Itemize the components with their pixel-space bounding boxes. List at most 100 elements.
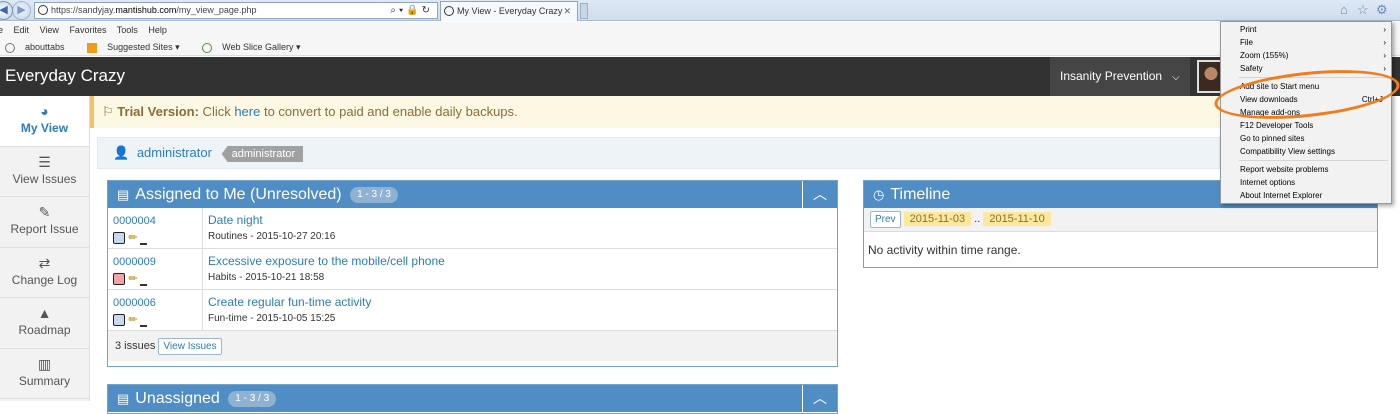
forward-button[interactable]: ▶: [12, 1, 31, 20]
unassigned-header: ▤ Unassigned 1 - 3 / 3 ︿: [108, 385, 837, 412]
timeline-end-date: 2015-11-10: [983, 212, 1051, 226]
issue-summary-link[interactable]: Excessive exposure to the mobile/cell ph…: [208, 254, 445, 268]
trial-pre: Click: [198, 104, 235, 119]
range-separator: ..: [974, 213, 981, 225]
url-host: mantishub.com: [115, 5, 177, 15]
menu-item-about-ie[interactable]: About Internet Explorer: [1221, 189, 1391, 202]
timeline-title[interactable]: Timeline: [890, 186, 950, 203]
issue-summary-link[interactable]: Create regular fun-time activity: [208, 295, 371, 309]
table-row: 0000004 ✏ Date night Routines - 2015-10-…: [108, 208, 837, 249]
issue-meta: Habits - 2015-10-21 18:58: [208, 272, 325, 283]
count-badge: 1 - 3 / 3: [228, 391, 277, 407]
clock-icon: ◷: [873, 187, 885, 202]
issue-count: 3 issues: [115, 340, 156, 352]
timeline-empty-message: No activity within time range.: [868, 243, 1021, 257]
chevron-up-icon[interactable]: ︿: [802, 181, 837, 208]
home-icon[interactable]: ⌂: [1340, 2, 1348, 17]
menu-item-pinned-sites[interactable]: Go to pinned sites: [1221, 132, 1391, 145]
sidebar-item-label: Change Log: [11, 272, 78, 287]
tab-title: My View - Everyday Crazy: [457, 6, 563, 16]
sidebar-item-my-view[interactable]: ◕ My View: [0, 96, 89, 147]
address-bar[interactable]: https://sandyjay.mantishub.com/my_view_p…: [34, 2, 438, 19]
fav-abouttabs[interactable]: abouttabs: [5, 42, 75, 53]
browser-tab[interactable]: My View - Everyday Crazy ✕: [440, 1, 578, 21]
unassigned-title[interactable]: Unassigned: [135, 390, 220, 407]
menu-item-f12-tools[interactable]: F12 Developer Tools: [1221, 119, 1391, 132]
app-title[interactable]: Everyday Crazy: [5, 66, 125, 86]
chevron-right-icon: ›: [1383, 64, 1386, 73]
menu-item-print[interactable]: Print ›: [1221, 23, 1391, 36]
new-tab-button[interactable]: [580, 3, 588, 19]
prev-button[interactable]: Prev: [870, 211, 901, 228]
favorites-bar: abouttabs Suggested Sites ▾ Web Slice Ga…: [0, 38, 1400, 56]
priority-icon: [139, 243, 147, 245]
menu-edit[interactable]: Edit: [14, 25, 30, 35]
count-badge: 1 - 3 / 3: [350, 187, 398, 203]
breadcrumb-user-link[interactable]: administrator: [137, 145, 212, 160]
trial-notice: ⚐ Trial Version: Click here to convert t…: [90, 96, 1220, 128]
issue-id-link[interactable]: 0000004: [113, 215, 156, 227]
app-navbar: Everyday Crazy Insanity Prevention ⌵: [0, 57, 1400, 96]
sidebar-item-report-issue[interactable]: ✎ Report Issue: [0, 197, 89, 248]
trial-label: Trial Version:: [117, 104, 199, 119]
assigned-title[interactable]: Assigned to Me (Unresolved): [135, 186, 341, 203]
menu-item-zoom[interactable]: Zoom (155%) ›: [1221, 49, 1391, 62]
sidebar-item-label: Report Issue: [10, 222, 79, 236]
trial-post: to convert to paid and enable daily back…: [260, 104, 518, 119]
url-path: /my_view_page.php: [176, 5, 257, 15]
menu-item-compat-view[interactable]: Compatibility View settings: [1221, 145, 1391, 158]
gear-icon[interactable]: ⚙: [1376, 2, 1388, 18]
issue-id-link[interactable]: 0000009: [113, 256, 156, 268]
sidebar-item-summary[interactable]: ▥ Summary: [0, 349, 89, 399]
menu-item-internet-options[interactable]: Internet options: [1221, 176, 1391, 189]
issue-meta: Routines - 2015-10-27 20:16: [208, 231, 336, 242]
menu-help[interactable]: Help: [148, 25, 167, 35]
fav-web-slice-gallery[interactable]: Web Slice Gallery ▾: [202, 42, 310, 53]
sidebar-item-view-issues[interactable]: ☰ View Issues: [0, 147, 89, 197]
project-selector[interactable]: Insanity Prevention ⌵: [1050, 57, 1190, 96]
bar-chart-icon: ▥: [37, 355, 52, 372]
sidebar-item-change-log[interactable]: ⇄ Change Log: [0, 248, 89, 298]
assigned-widget: ▤ Assigned to Me (Unresolved) 1 - 3 / 3 ︿…: [107, 180, 838, 367]
trial-link[interactable]: here: [234, 104, 260, 119]
menu-tools[interactable]: Tools: [117, 25, 138, 35]
tab-close-icon[interactable]: ✕: [563, 2, 571, 20]
issue-summary-link[interactable]: Date night: [208, 213, 263, 227]
breadcrumb: 👤 administrator administrator: [97, 137, 1220, 169]
menu-item-report-problems[interactable]: Report website problems: [1221, 163, 1391, 176]
url-prefix: https://sandyjay.: [51, 5, 116, 15]
sidebar-item-label: My View: [20, 121, 69, 135]
list-icon: ▤: [117, 391, 130, 406]
site-icon: [38, 5, 48, 15]
edit-icon: ✎: [38, 204, 51, 220]
sidebar-item-label: Summary: [18, 373, 71, 388]
list-icon: ▤: [117, 187, 130, 202]
pencil-icon[interactable]: ✏: [128, 313, 137, 326]
pencil-icon[interactable]: ✏: [128, 231, 137, 244]
favorites-star-icon[interactable]: ☆: [1357, 2, 1369, 18]
menu-view[interactable]: View: [40, 25, 59, 35]
issue-id-link[interactable]: 0000006: [113, 297, 156, 309]
web-slice-icon: [202, 42, 213, 53]
user-icon: 👤: [113, 145, 130, 160]
role-badge: administrator: [221, 146, 304, 162]
priority-icon: [139, 284, 147, 286]
sidebar-item-roadmap[interactable]: ▲ Roadmap: [0, 298, 89, 349]
tab-site-icon: [444, 6, 454, 16]
chevron-right-icon: ›: [1383, 38, 1386, 47]
abouttabs-icon: [5, 42, 15, 53]
address-tools-icon[interactable]: ⌕▾🔒↻: [390, 3, 433, 18]
timeline-start-date: 2015-11-03: [903, 212, 972, 226]
fav-suggested-sites[interactable]: Suggested Sites ▾: [87, 42, 190, 53]
menu-favorites[interactable]: Favorites: [69, 25, 106, 35]
status-icon: [113, 313, 125, 326]
menu-bar: e Edit View Favorites Tools Help: [0, 22, 1400, 38]
sidebar: ◕ My View ☰ View Issues ✎ Report Issue ⇄…: [0, 96, 90, 401]
browser-tab-bar: ◀ ▶ https://sandyjay.mantishub.com/my_vi…: [0, 0, 1400, 21]
assigned-footer: 3 issues View Issues: [108, 331, 837, 361]
chevron-up-icon[interactable]: ︿: [802, 385, 837, 412]
view-issues-button[interactable]: View Issues: [158, 338, 222, 355]
menu-item-file[interactable]: File ›: [1221, 36, 1391, 49]
sidebar-item-label: Roadmap: [18, 323, 71, 337]
pencil-icon[interactable]: ✏: [128, 272, 137, 285]
